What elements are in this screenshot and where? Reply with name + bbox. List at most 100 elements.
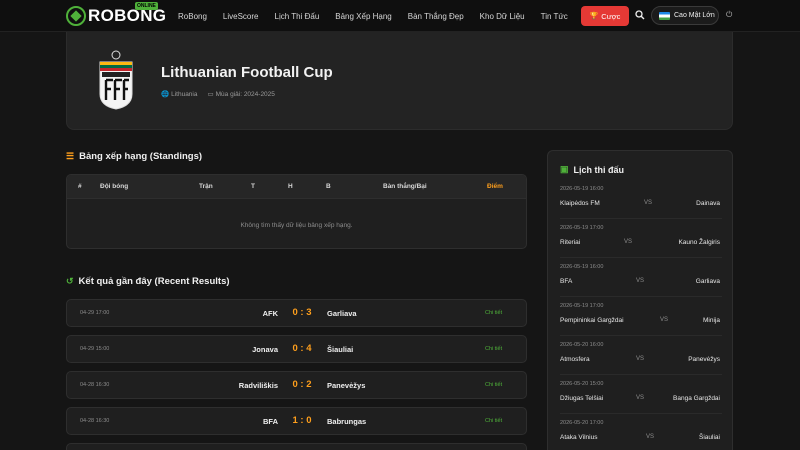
col-team: Đội bóng	[100, 183, 129, 190]
list-icon: ☰	[66, 151, 75, 161]
league-title: Lithuanian Football Cup	[161, 64, 333, 81]
soccer-ball-icon	[66, 6, 86, 26]
match-home-team: Džiugas Telšiai	[560, 395, 604, 402]
result-score: 0 : 3	[292, 307, 312, 318]
season-text: Mùa giải: 2024-2025	[215, 90, 275, 98]
nav-item-standings[interactable]: Bảng Xếp Hạng	[335, 12, 392, 21]
result-away-team: Garliava	[327, 309, 357, 318]
country-meta: 🌐 Lithuania	[161, 90, 197, 99]
match-home-team: Atmosfera	[560, 356, 590, 363]
schedule-panel: ▣ Lịch thi đấu 2026-05-19 16:00 Klaipėdo…	[547, 150, 733, 450]
league-crest-logo	[99, 50, 133, 110]
col-win: T	[251, 183, 255, 190]
result-home-team: Jonava	[252, 345, 278, 354]
schedule-match[interactable]: 2026-05-20 15:00 Džiugas Telšiai VS Bang…	[560, 375, 722, 414]
standings-heading: ☰ Bảng xếp hạng (Standings)	[66, 151, 202, 162]
match-time: 2026-05-19 17:00	[560, 225, 604, 231]
results-heading: ↺ Kết quả gần đây (Recent Results)	[66, 276, 230, 287]
result-time: 04-29 17:00	[80, 310, 110, 316]
calendar-check-icon: ▣	[560, 164, 569, 174]
flag-icon	[659, 11, 670, 20]
match-away-team: Garliava	[695, 278, 720, 285]
nav-item-goals[interactable]: Bàn Thắng Đẹp	[408, 12, 464, 21]
result-home-team: BFA	[263, 417, 278, 426]
result-detail-link[interactable]: Chi tiết	[485, 382, 502, 388]
match-home-team: Pempininkai Gargždai	[560, 317, 624, 324]
standings-heading-text: Bảng xếp hạng (Standings)	[79, 151, 203, 162]
match-time: 2026-05-20 17:00	[560, 420, 604, 426]
language-label: Cao Mật Lớn	[674, 12, 715, 19]
match-vs: VS	[636, 395, 645, 401]
result-row[interactable]: 04-28 16:30 Radviliškis 0 : 2 Panevėžys …	[66, 371, 527, 399]
top-navigation-bar: ROBONG ONLINE RoBong LiveScore Lịch Thi …	[0, 0, 800, 32]
match-away-team: Panevėžys	[688, 356, 720, 363]
power-icon[interactable]: ⏻	[726, 10, 732, 20]
result-detail-link[interactable]: Chi tiết	[485, 418, 502, 424]
result-away-team: Panevėžys	[327, 381, 366, 390]
match-home-team: Ataka Vilnius	[560, 434, 598, 441]
col-draw: H	[288, 183, 293, 190]
result-time: 04-28 16:30	[80, 418, 110, 424]
match-time: 2026-05-19 16:00	[560, 264, 604, 270]
history-icon: ↺	[66, 276, 74, 286]
schedule-heading-text: Lịch thi đấu	[573, 164, 625, 175]
language-selector[interactable]: Cao Mật Lớn	[651, 6, 719, 25]
calendar-icon: ▭	[207, 91, 214, 98]
schedule-match[interactable]: 2026-05-19 17:00 Pempininkai Gargždai VS…	[560, 297, 722, 336]
nav-item-data[interactable]: Kho Dữ Liệu	[480, 12, 525, 21]
logo-tag: ONLINE	[135, 2, 158, 10]
result-score: 0 : 2	[292, 379, 312, 390]
result-row[interactable]	[66, 443, 527, 450]
standings-table: # Đội bóng Trận T H B Bàn thắng/Bại Điểm…	[66, 174, 527, 249]
match-home-team: BFA	[560, 278, 573, 285]
standings-empty-message: Không tìm thấy dữ liệu bảng xếp hạng.	[240, 222, 353, 229]
match-vs: VS	[660, 317, 669, 323]
nav-item-news[interactable]: Tin Tức	[541, 12, 568, 21]
match-time: 2026-05-20 15:00	[560, 381, 604, 387]
trophy-icon: 🏆	[589, 13, 599, 20]
match-vs: VS	[636, 278, 645, 284]
schedule-match[interactable]: 2026-05-19 16:00 Klaipėdos FM VS Dainava	[560, 180, 722, 219]
nav-item-schedule[interactable]: Lịch Thi Đấu	[275, 12, 320, 21]
match-away-team: Banga Gargždai	[673, 395, 720, 402]
match-vs: VS	[646, 434, 655, 440]
schedule-match[interactable]: 2026-05-20 16:00 Atmosfera VS Panevėžys	[560, 336, 722, 375]
col-loss: B	[326, 183, 331, 190]
match-away-team: Kauno Žalgiris	[678, 239, 720, 246]
col-points: Điểm	[487, 183, 503, 190]
result-detail-link[interactable]: Chi tiết	[485, 310, 502, 316]
match-home-team: Klaipėdos FM	[560, 200, 600, 207]
league-info-card: Lithuanian Football Cup 🌐 Lithuania ▭ Mù…	[66, 32, 733, 130]
schedule-match[interactable]: 2026-05-19 17:00 Riteriai VS Kauno Žalgi…	[560, 219, 722, 258]
match-time: 2026-05-19 16:00	[560, 186, 604, 192]
schedule-match[interactable]: 2026-05-19 16:00 BFA VS Garliava	[560, 258, 722, 297]
standings-header-row: # Đội bóng Trận T H B Bàn thắng/Bại Điểm	[67, 175, 526, 199]
nav-item-livescore[interactable]: LiveScore	[223, 12, 259, 21]
col-rank: #	[78, 183, 82, 190]
bet-button[interactable]: 🏆 Cược	[581, 6, 629, 26]
result-time: 04-29 15:00	[80, 346, 110, 352]
match-away-team: Minija	[703, 317, 720, 324]
result-row[interactable]: 04-29 17:00 AFK 0 : 3 Garliava Chi tiết	[66, 299, 527, 327]
globe-icon: 🌐	[161, 91, 170, 98]
result-time: 04-28 16:30	[80, 382, 110, 388]
season-meta: ▭ Mùa giải: 2024-2025	[207, 90, 275, 99]
nav-item-robong[interactable]: RoBong	[178, 12, 207, 21]
result-home-team: AFK	[262, 309, 278, 318]
col-played: Trận	[199, 183, 213, 190]
match-home-team: Riteriai	[560, 239, 581, 246]
col-goals: Bàn thắng/Bại	[383, 183, 427, 190]
schedule-match[interactable]: 2026-05-20 17:00 Ataka Vilnius VS Šiauli…	[560, 414, 722, 450]
site-logo[interactable]: ROBONG ONLINE	[66, 2, 166, 29]
results-heading-text: Kết quả gần đây (Recent Results)	[78, 276, 230, 287]
match-time: 2026-05-19 17:00	[560, 303, 604, 309]
search-icon[interactable]	[635, 10, 645, 20]
result-detail-link[interactable]: Chi tiết	[485, 346, 502, 352]
result-row[interactable]: 04-29 15:00 Jonava 0 : 4 Šiauliai Chi ti…	[66, 335, 527, 363]
result-row[interactable]: 04-28 16:30 BFA 1 : 0 Babrungas Chi tiết	[66, 407, 527, 435]
bet-label: Cược	[601, 11, 621, 21]
result-score: 0 : 4	[292, 343, 312, 354]
match-vs: VS	[644, 200, 653, 206]
result-home-team: Radviliškis	[238, 381, 278, 390]
main-nav: RoBong LiveScore Lịch Thi Đấu Bảng Xếp H…	[178, 0, 584, 32]
